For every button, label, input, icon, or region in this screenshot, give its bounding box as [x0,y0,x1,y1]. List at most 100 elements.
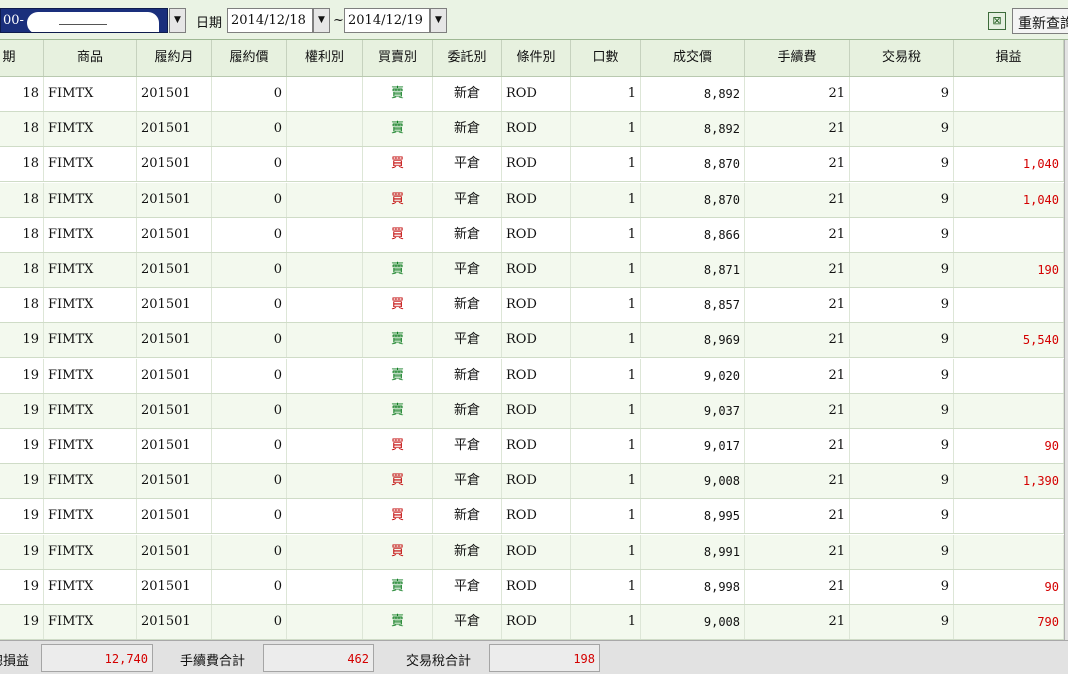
right-cell [287,358,363,393]
account-dropdown-chevron-down-icon[interactable]: ▼ [169,8,186,33]
tax-cell: 9 [850,464,954,499]
header-col-price[interactable]: 成交價 [641,40,745,76]
condition-cell: ROD [502,569,571,604]
qty-cell: 1 [571,499,641,534]
condition-cell: ROD [502,112,571,147]
header-col-side[interactable]: 買賣別 [363,40,433,76]
date-cell: 19 [0,429,44,463]
date-to-chevron-down-icon[interactable]: ▼ [430,8,447,33]
pnl-cell [954,217,1064,252]
header-col-right[interactable]: 權利別 [287,40,363,76]
header-col-pnl[interactable]: 損益 [954,40,1064,76]
table-row[interactable]: 18 FIMTX 201501 0 買新倉 ROD 1 8,857 21 9 [0,288,1064,324]
pnl-cell [954,393,1064,428]
month-cell: 201501 [137,534,212,569]
tax-cell: 9 [850,288,954,323]
table-row[interactable]: 19 FIMTX 201501 0 買新倉 ROD 1 8,995 21 9 [0,499,1064,535]
month-cell: 201501 [137,217,212,252]
condition-cell: ROD [502,217,571,252]
vertical-scrollbar[interactable] [1064,40,1068,640]
strike-cell: 0 [212,464,287,499]
product-cell: FIMTX [44,253,137,287]
right-cell [287,147,363,182]
order-type-cell: 平倉 [433,182,502,217]
table-row[interactable]: 18 FIMTX 201501 0 買平倉 ROD 1 8,870 21 9 1,040 [0,182,1064,218]
tax-cell: 9 [850,393,954,428]
header-col-strike[interactable]: 履約價 [212,40,287,76]
table-header: 期商品 履約月 履約價 權利別 買賣別 委託別 條件別 口數 成交價 手續費 交易稅 損益 [0,40,1064,77]
table-row[interactable]: 19 FIMTX 201501 0 賣平倉 ROD 1 8,998 21 9 90 [0,569,1064,605]
tax-cell: 9 [850,77,954,111]
price-cell: 8,995 [641,499,745,534]
header-col-order[interactable]: 委託別 [433,40,502,76]
tax-cell: 9 [850,429,954,463]
date-cell: 18 [0,147,44,182]
strike-cell: 0 [212,323,287,358]
side-cell: 賣 [363,253,433,287]
right-cell [287,323,363,358]
order-type-cell: 平倉 [433,147,502,182]
strike-cell: 0 [212,393,287,428]
table-row[interactable]: 18 FIMTX 201501 0 買新倉 ROD 1 8,866 21 9 [0,217,1064,253]
header-col-tax[interactable]: 交易稅 [850,40,954,76]
condition-cell: ROD [502,323,571,358]
order-type-cell: 新倉 [433,288,502,323]
header-col-month[interactable]: 履約月 [137,40,212,76]
right-cell [287,288,363,323]
requery-button[interactable]: 重新查詢 [1012,8,1068,34]
price-cell: 8,866 [641,217,745,252]
condition-cell: ROD [502,182,571,217]
strike-cell: 0 [212,569,287,604]
fee-cell: 21 [745,323,850,358]
price-cell: 8,870 [641,147,745,182]
condition-cell: ROD [502,499,571,534]
pnl-cell: 1,390 [954,464,1064,499]
date-cell: 18 [0,182,44,217]
qty-cell: 1 [571,323,641,358]
date-to-field[interactable]: 2014/12/19 [344,8,430,33]
table-row[interactable]: 19 FIMTX 201501 0 賣新倉 ROD 1 9,020 21 9 [0,358,1064,394]
order-type-cell: 新倉 [433,499,502,534]
table-row[interactable]: 19 FIMTX 201501 0 賣新倉 ROD 1 9,037 21 9 [0,393,1064,429]
excel-export-icon[interactable]: ⊠ [988,12,1006,30]
order-type-cell: 新倉 [433,217,502,252]
table-row[interactable]: 18 FIMTX 201501 0 賣新倉 ROD 1 8,892 21 9 [0,77,1064,112]
date-from-chevron-down-icon[interactable]: ▼ [313,8,330,33]
date-cell: 19 [0,499,44,534]
order-type-cell: 新倉 [433,358,502,393]
month-cell: 201501 [137,323,212,358]
tax-cell: 9 [850,499,954,534]
table-row[interactable]: 18 FIMTX 201501 0 賣平倉 ROD 1 8,871 21 9 190 [0,253,1064,288]
header-col-date[interactable]: 期 [0,40,44,76]
qty-cell: 1 [571,569,641,604]
fee-cell: 21 [745,77,850,111]
summary-bar: 總損益 12,740 手續費合計 462 交易稅合計 198 [0,640,1068,674]
header-col-qty[interactable]: 口數 [571,40,641,76]
date-cell: 19 [0,393,44,428]
account-select[interactable]: 00- [0,8,168,33]
toolbar: 00- ▼ 日期 2014/12/18 ▼ ~ 2014/12/19 ▼ ⊠ 重… [0,0,1068,40]
table-row[interactable]: 18 FIMTX 201501 0 賣新倉 ROD 1 8,892 21 9 [0,112,1064,148]
order-type-cell: 平倉 [433,464,502,499]
product-cell: FIMTX [44,393,137,428]
table-row[interactable]: 19 FIMTX 201501 0 賣平倉 ROD 1 8,969 21 9 5,540 [0,323,1064,359]
date-from-field[interactable]: 2014/12/18 [227,8,313,33]
table-row[interactable]: 18 FIMTX 201501 0 買平倉 ROD 1 8,870 21 9 1,040 [0,147,1064,183]
price-cell: 8,991 [641,534,745,569]
header-col-fee[interactable]: 手續費 [745,40,850,76]
header-col-condition[interactable]: 條件別 [502,40,571,76]
side-cell: 買 [363,534,433,569]
month-cell: 201501 [137,182,212,217]
header-col-product[interactable]: 商品 [44,40,137,76]
total-fee-value: 462 [263,644,374,672]
table-row[interactable]: 19 FIMTX 201501 0 買平倉 ROD 1 9,008 21 9 1,390 [0,464,1064,500]
fee-cell: 21 [745,429,850,463]
strike-cell: 0 [212,288,287,323]
right-cell [287,464,363,499]
fee-cell: 21 [745,288,850,323]
table-row[interactable]: 19 FIMTX 201501 0 賣平倉 ROD 1 9,008 21 9 790 [0,605,1064,640]
date-cell: 18 [0,77,44,111]
condition-cell: ROD [502,253,571,287]
table-row[interactable]: 19 FIMTX 201501 0 買平倉 ROD 1 9,017 21 9 90 [0,429,1064,464]
table-row[interactable]: 19 FIMTX 201501 0 買新倉 ROD 1 8,991 21 9 [0,534,1064,570]
